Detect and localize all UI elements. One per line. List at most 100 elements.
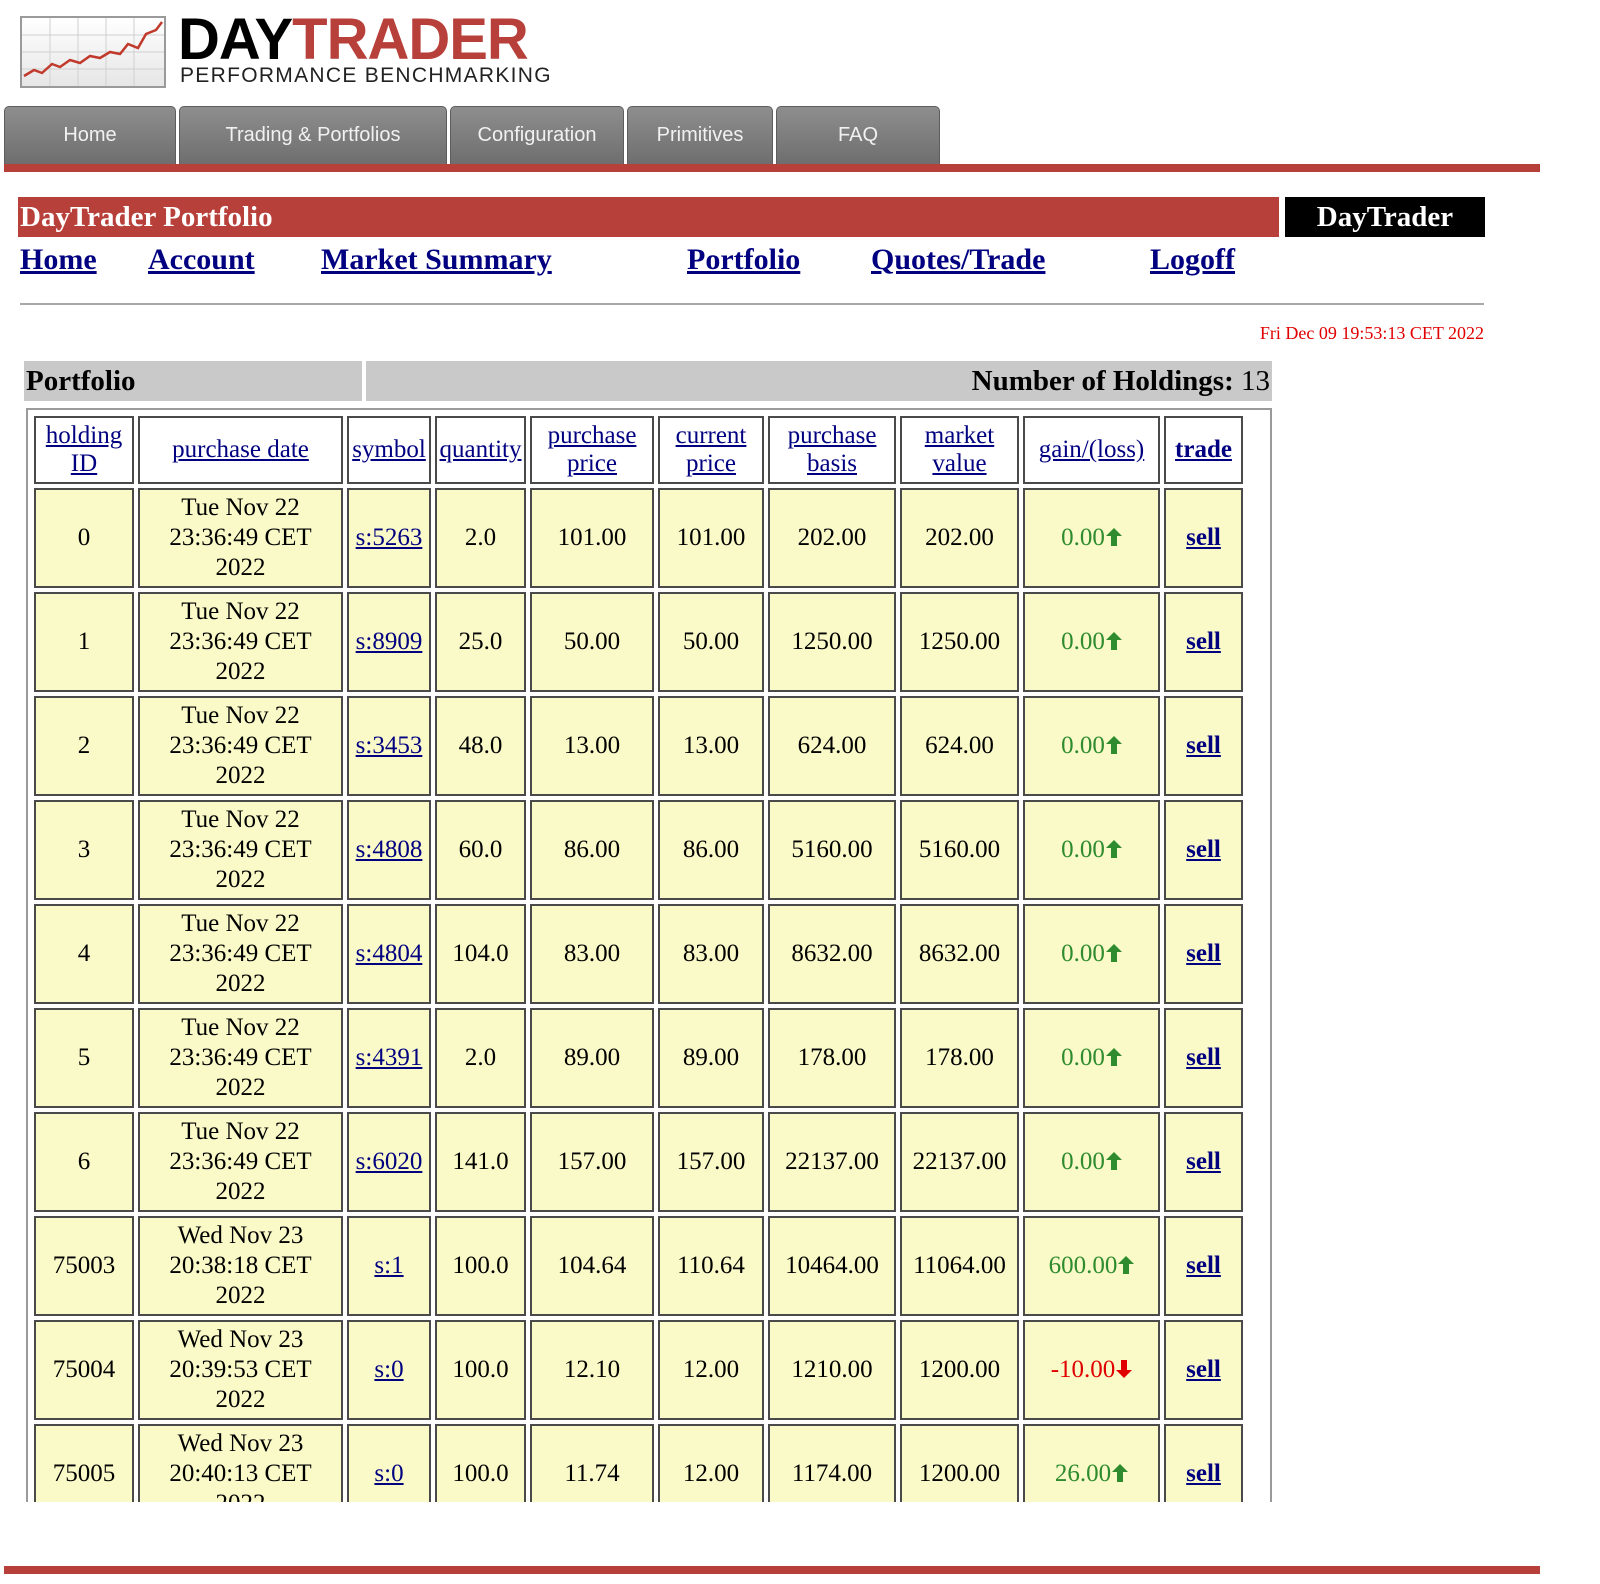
- tab-trading-portfolios[interactable]: Trading & Portfolios: [179, 106, 447, 164]
- cell-symbol: s:0: [347, 1320, 431, 1420]
- symbol-link[interactable]: s:4804: [356, 940, 423, 967]
- cell-quantity: 60.0: [435, 800, 526, 900]
- gain-value: 600.00: [1048, 1252, 1118, 1279]
- cell-gain-loss: 0.00: [1023, 488, 1160, 588]
- sell-link[interactable]: sell: [1186, 1252, 1221, 1279]
- cell-holding-id: 2: [34, 696, 134, 796]
- cell-gain-loss: 0.00: [1023, 800, 1160, 900]
- portfolio-section-title: Portfolio: [24, 361, 362, 401]
- symbol-link[interactable]: s:6020: [356, 1148, 423, 1175]
- nav-account-link[interactable]: Account: [148, 243, 255, 277]
- cell-quantity: 25.0: [435, 592, 526, 692]
- tab-configuration[interactable]: Configuration: [450, 106, 624, 164]
- col-holding-id-line1: holding: [45, 422, 123, 449]
- purchase-date-line2: 20:38:18 CET: [169, 1252, 312, 1279]
- purchase-date-line2: 23:36:49 CET: [169, 1148, 312, 1175]
- sell-link[interactable]: sell: [1186, 836, 1221, 863]
- symbol-link[interactable]: s:3453: [356, 732, 423, 759]
- symbol-link[interactable]: s:4391: [356, 1044, 423, 1071]
- sort-purchase-price-link[interactable]: purchase price: [548, 422, 637, 477]
- purchase-date-line3: 2022: [215, 1282, 266, 1309]
- cell-quantity: 100.0: [435, 1216, 526, 1316]
- gain-value: 0.00: [1061, 524, 1105, 551]
- cell-purchase-basis: 1210.00: [768, 1320, 896, 1420]
- sell-link[interactable]: sell: [1186, 732, 1221, 759]
- purchase-date-line2: 23:36:49 CET: [169, 940, 312, 967]
- cell-purchase-date: Wed Nov 23 20:38:18 CET 2022: [138, 1216, 343, 1316]
- brand-trader: TRADER: [292, 7, 529, 72]
- trade-header-link[interactable]: trade: [1175, 436, 1232, 463]
- line-chart-logo-icon: [20, 16, 166, 88]
- cell-purchase-date: Tue Nov 22 23:36:49 CET 2022: [138, 904, 343, 1004]
- col-trade: trade: [1164, 416, 1243, 484]
- purchase-date-line2: 20:39:53 CET: [169, 1356, 312, 1383]
- tab-primitives[interactable]: Primitives: [627, 106, 773, 164]
- col-purchase-basis-line2: basis: [807, 450, 857, 477]
- cell-purchase-date: Tue Nov 22 23:36:49 CET 2022: [138, 800, 343, 900]
- sort-purchase-basis-link[interactable]: purchase basis: [788, 422, 877, 477]
- sort-purchase-date-link[interactable]: purchase date: [172, 436, 309, 463]
- sell-link[interactable]: sell: [1186, 940, 1221, 967]
- cell-trade: sell: [1164, 1216, 1243, 1316]
- symbol-link[interactable]: s:0: [374, 1356, 403, 1383]
- tab-faq[interactable]: FAQ: [776, 106, 940, 164]
- symbol-link[interactable]: s:8909: [356, 628, 423, 655]
- nav-quotes-trade-link[interactable]: Quotes/Trade: [871, 243, 1045, 277]
- cell-holding-id: 75003: [34, 1216, 134, 1316]
- cell-current-price: 157.00: [658, 1112, 764, 1212]
- symbol-link[interactable]: s:1: [374, 1252, 403, 1279]
- sort-gain-loss-link[interactable]: gain/(loss): [1039, 436, 1145, 463]
- sell-link[interactable]: sell: [1186, 1460, 1221, 1487]
- cell-holding-id: 75005: [34, 1424, 134, 1502]
- cell-trade: sell: [1164, 1008, 1243, 1108]
- sell-link[interactable]: sell: [1186, 628, 1221, 655]
- sort-current-price-link[interactable]: current price: [676, 422, 747, 477]
- col-current-price-line2: price: [686, 450, 736, 477]
- sort-holding-id-link[interactable]: holding ID: [46, 422, 122, 477]
- sort-market-value-link[interactable]: market value: [925, 422, 994, 477]
- table-row: 75003 Wed Nov 23 20:38:18 CET 2022 s:1 100…: [34, 1216, 1243, 1316]
- holdings-table-container[interactable]: holding ID purchase date symbol quantity …: [26, 408, 1272, 1502]
- purchase-date-line2: 23:36:49 CET: [169, 836, 312, 863]
- cell-current-price: 86.00: [658, 800, 764, 900]
- purchase-date-line2: 20:40:13 CET: [169, 1460, 312, 1487]
- nav-market-summary-link[interactable]: Market Summary: [321, 243, 552, 277]
- tab-home[interactable]: Home: [4, 106, 176, 164]
- cell-quantity: 141.0: [435, 1112, 526, 1212]
- purchase-date-line1: Tue Nov 22: [181, 806, 300, 833]
- up-arrow-icon: [1105, 628, 1122, 650]
- col-purchase-basis-line1: purchase: [787, 422, 877, 449]
- sell-link[interactable]: sell: [1186, 1356, 1221, 1383]
- table-row: 1 Tue Nov 22 23:36:49 CET 2022 s:8909 25.0…: [34, 592, 1243, 692]
- purchase-date-line2: 23:36:49 CET: [169, 524, 312, 551]
- sell-link[interactable]: sell: [1186, 1044, 1221, 1071]
- cell-symbol: s:5263: [347, 488, 431, 588]
- cell-purchase-basis: 202.00: [768, 488, 896, 588]
- sell-link[interactable]: sell: [1186, 524, 1221, 551]
- cell-purchase-date: Wed Nov 23 20:40:13 CET 2022: [138, 1424, 343, 1502]
- purchase-date-line1: Tue Nov 22: [181, 702, 300, 729]
- cell-purchase-basis: 22137.00: [768, 1112, 896, 1212]
- purchase-date-line3: 2022: [215, 658, 266, 685]
- nav-logoff-link[interactable]: Logoff: [1150, 243, 1235, 277]
- symbol-link[interactable]: s:0: [374, 1460, 403, 1487]
- col-current-price-line1: current: [675, 422, 747, 449]
- nav-portfolio-link[interactable]: Portfolio: [687, 243, 800, 277]
- sort-quantity-link[interactable]: quantity: [440, 436, 522, 463]
- cell-purchase-basis: 10464.00: [768, 1216, 896, 1316]
- gain-value: 0.00: [1061, 940, 1105, 967]
- cell-symbol: s:6020: [347, 1112, 431, 1212]
- cell-trade: sell: [1164, 904, 1243, 1004]
- gain-value: 0.00: [1061, 1044, 1105, 1071]
- sort-symbol-link[interactable]: symbol: [352, 436, 426, 463]
- symbol-link[interactable]: s:5263: [356, 524, 423, 551]
- purchase-date-line3: 2022: [215, 970, 266, 997]
- purchase-date-line3: 2022: [216, 1490, 266, 1502]
- cell-purchase-price: 11.74: [530, 1424, 654, 1502]
- cell-quantity: 48.0: [435, 696, 526, 796]
- table-row: 4 Tue Nov 22 23:36:49 CET 2022 s:4804 104.…: [34, 904, 1243, 1004]
- nav-home-link[interactable]: Home: [20, 243, 97, 277]
- purchase-date-line1: Wed Nov 23: [177, 1326, 304, 1353]
- symbol-link[interactable]: s:4808: [356, 836, 423, 863]
- sell-link[interactable]: sell: [1186, 1148, 1221, 1175]
